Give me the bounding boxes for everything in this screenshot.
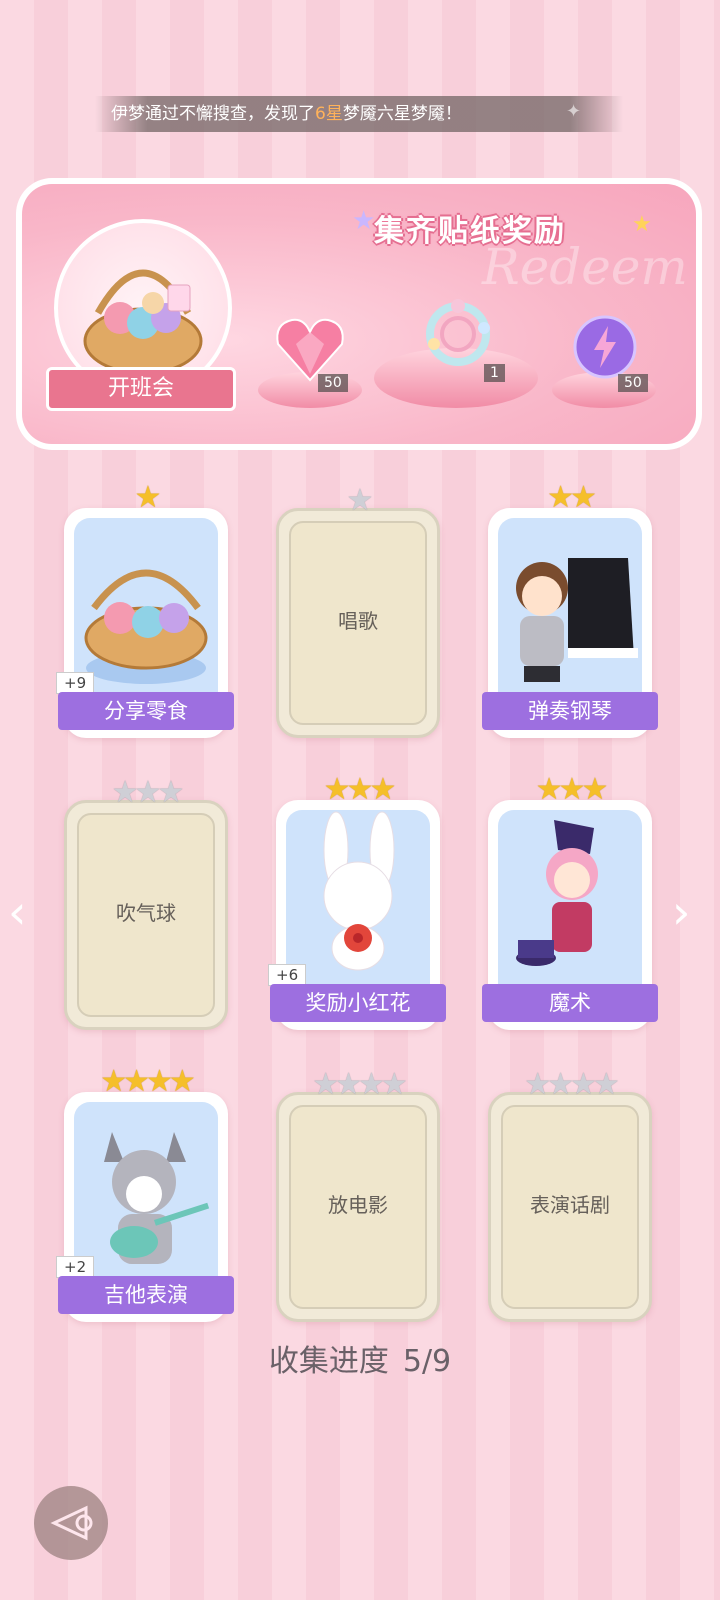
magician-illustration — [516, 820, 598, 966]
sticker-card[interactable]: ★★★ +6 奖励小红花 — [268, 772, 446, 1030]
notice-highlight: 6星 — [315, 104, 343, 124]
reward-banner: Redeem ★ 集齐贴纸奖励 ★ 开班会 50 1 50 — [16, 178, 702, 450]
star-icon: ★ — [312, 1067, 339, 1102]
sticker-card-locked[interactable]: ★★★★ 放电影 — [276, 1067, 440, 1322]
star-rating: ★ — [64, 480, 228, 515]
star-icon: ★ — [632, 212, 652, 237]
main-reward-label: 开班会 — [46, 367, 236, 411]
star-icon: ★ — [352, 206, 376, 236]
sticker-card-locked[interactable]: ★★★ 吹气球 — [64, 775, 228, 1030]
basket-illustration — [84, 569, 208, 684]
banner-title: 集齐贴纸奖励 — [374, 214, 566, 249]
star-rating: ★★★ — [276, 772, 440, 807]
star-rating: ★★★ — [67, 775, 225, 810]
star-icon: ★ — [123, 1064, 150, 1099]
reward-count: 1 — [484, 364, 505, 382]
duplicate-count-badge: +9 — [56, 672, 95, 694]
star-icon: ★ — [346, 772, 374, 807]
reward-banner-inner: Redeem ★ 集齐贴纸奖励 ★ 开班会 50 1 50 — [22, 184, 696, 444]
card-name: 魔术 — [482, 984, 658, 1022]
star-icon: ★ — [380, 1067, 408, 1102]
sticker-card[interactable]: ★★★★ +2 吉他表演 — [56, 1064, 234, 1322]
star-icon: ★ — [168, 1064, 196, 1099]
star-icon: ★ — [358, 1067, 385, 1102]
reward-count: 50 — [618, 374, 648, 392]
star-icon: ★ — [134, 480, 162, 515]
star-icon: ★ — [100, 1064, 127, 1099]
sticker-card[interactable]: ★★ 弹奏钢琴 — [482, 480, 658, 738]
progress-value: 5/9 — [402, 1344, 452, 1379]
sticker-card-locked[interactable]: ★ 唱歌 — [276, 483, 440, 738]
duplicate-count-badge: +2 — [56, 1256, 95, 1278]
star-icon: ★ — [157, 775, 184, 810]
sticker-card[interactable]: ★ +9 分享零食 — [56, 480, 234, 738]
star-rating: ★★★★ — [279, 1067, 437, 1102]
wolf-guitar-illustration — [104, 1132, 210, 1264]
star-icon: ★ — [570, 480, 597, 515]
star-rating: ★★ — [488, 480, 652, 515]
star-icon: ★ — [592, 1067, 620, 1102]
collection-progress: 收集进度 5/9 — [0, 1336, 720, 1380]
notice-text-after: 梦魇六星梦魇！ — [342, 104, 462, 124]
card-name: 表演话剧 — [530, 1193, 610, 1217]
star-rating: ★ — [279, 483, 437, 518]
star-icon: ★ — [369, 772, 396, 807]
star-icon: ★ — [335, 1067, 362, 1102]
star-icon: ★ — [558, 772, 586, 807]
card-name: 分享零食 — [58, 692, 234, 730]
back-icon — [50, 1505, 93, 1541]
sticker-card-locked[interactable]: ★★★★ 表演话剧 — [488, 1067, 652, 1322]
star-icon: ★ — [535, 772, 563, 807]
card-name: 吉他表演 — [58, 1276, 234, 1314]
bunny-illustration — [323, 811, 395, 971]
star-icon: ★ — [134, 775, 162, 810]
star-rating: ★★★ — [488, 772, 652, 807]
chevron-right-icon[interactable]: › — [672, 885, 690, 939]
reward-count: 50 — [318, 374, 348, 392]
card-name: 吹气球 — [116, 901, 176, 925]
star-icon: ★ — [146, 1064, 173, 1099]
star-icon: ★ — [346, 483, 374, 518]
star-icon: ★ — [323, 772, 351, 807]
card-name: 奖励小红花 — [270, 984, 446, 1022]
star-icon: ★ — [111, 775, 139, 810]
star-icon: ★ — [524, 1067, 551, 1102]
chevron-left-icon[interactable]: ‹ — [8, 885, 26, 939]
card-name: 放电影 — [328, 1193, 388, 1217]
star-icon: ★ — [570, 1067, 597, 1102]
piano-boy-illustration — [516, 558, 638, 682]
sticker-card[interactable]: ★★★ 魔术 — [482, 772, 658, 1030]
star-icon: ★ — [581, 772, 608, 807]
star-rating: ★★★★ — [64, 1064, 228, 1099]
star-icon: ★ — [547, 480, 574, 515]
flower-ring-icon[interactable] — [418, 294, 498, 374]
purple-lightning-orb-icon[interactable] — [570, 312, 640, 382]
notice-ticker: 伊梦通过不懈搜查，发现了6星梦魇六星梦魇！ — [95, 96, 623, 132]
star-rating: ★★★★ — [491, 1067, 649, 1102]
star-icon: ★ — [547, 1067, 574, 1102]
sparkle-icon: ✦ — [566, 101, 582, 122]
back-button[interactable] — [34, 1486, 108, 1560]
notice-text-before: 伊梦通过不懈搜查，发现了 — [111, 104, 315, 124]
card-name: 弹奏钢琴 — [482, 692, 658, 730]
progress-label: 收集进度 — [268, 1344, 389, 1379]
card-name: 唱歌 — [338, 609, 378, 633]
duplicate-count-badge: +6 — [268, 964, 307, 986]
